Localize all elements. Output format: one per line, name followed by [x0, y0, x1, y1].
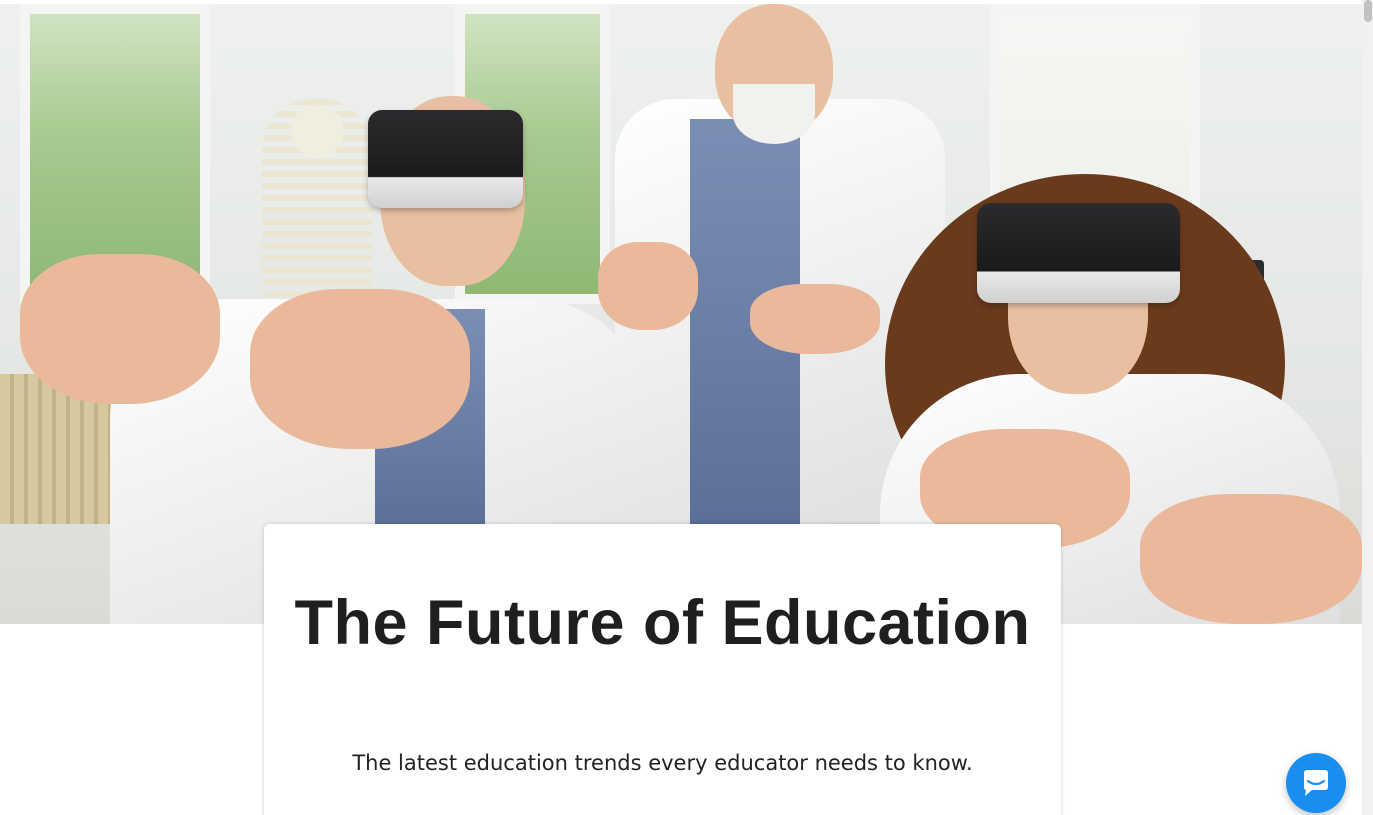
article-header-card: The Future of Education The latest educa… — [264, 524, 1061, 815]
page-subtitle: The latest education trends every educat… — [352, 751, 973, 775]
chat-bubble-icon — [1304, 770, 1328, 796]
page: The Future of Education The latest educa… — [0, 0, 1362, 815]
page-title: The Future of Education — [294, 588, 1031, 658]
scrollbar-thumb[interactable] — [1364, 0, 1372, 22]
chat-launcher-button[interactable] — [1286, 753, 1346, 813]
scrollbar[interactable] — [1362, 0, 1373, 815]
